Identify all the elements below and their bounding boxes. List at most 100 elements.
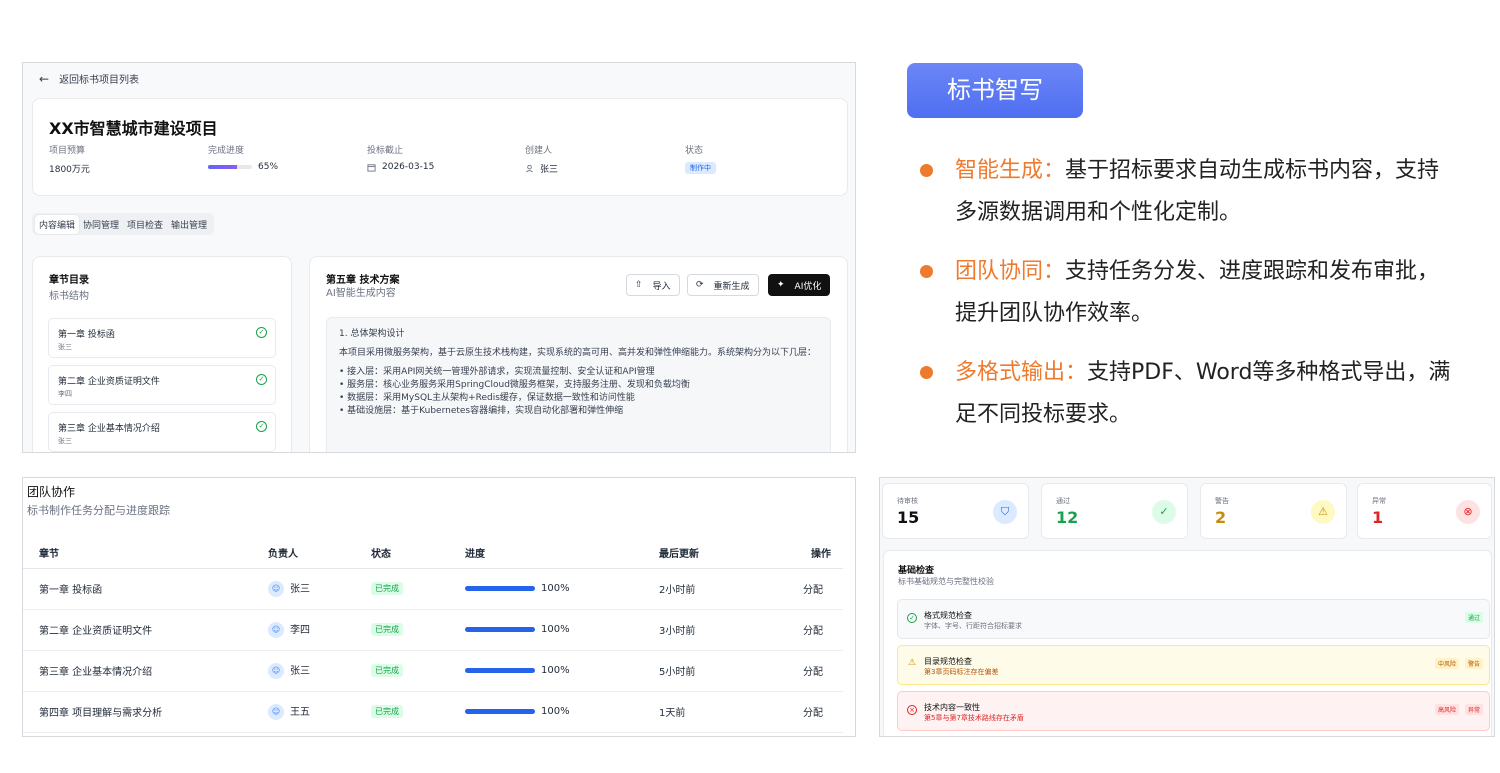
stat-warning: 警告 2 ⚠ <box>1200 483 1347 539</box>
check-circle-icon: ✓ <box>256 421 267 432</box>
assign-button[interactable]: 分配 <box>801 650 843 692</box>
status-badge: 警告 <box>1464 658 1483 669</box>
check-name: 目录规范检查 <box>924 657 972 666</box>
creator-label: 创建人 <box>525 146 553 156</box>
content-bullet: • 数据层：采用MySQL主从架构+Redis缓存，保证数据一致性和访问性能 <box>339 393 635 403</box>
project-detail-panel: ← 返回标书项目列表 XX市智慧城市建设项目 项目预算 1800万元 完成进度 … <box>22 62 856 453</box>
progress-label: 完成进度 <box>208 146 245 156</box>
cell-status: 已完成 <box>371 568 465 610</box>
check-circle-icon: ✓ <box>907 613 917 623</box>
status-meta: 状态 制作中 <box>685 143 716 174</box>
chapter-toc: 章节目录 标书结构 第一章 投标函 张三 ✓ 第二章 企业资质证明文件 李四 ✓… <box>32 256 292 452</box>
toc-item[interactable]: 第二章 企业资质证明文件 李四 ✓ <box>48 365 276 405</box>
check-name: 技术内容一致性 <box>924 703 980 712</box>
risk-badge: 中风险 <box>1434 658 1459 669</box>
cell-owner: ☺ 李四 <box>268 609 371 651</box>
cell-owner: ☺ 张三 <box>268 650 371 692</box>
basic-subtitle: 标书基础规范与完整性校验 <box>898 577 994 586</box>
tab-collab[interactable]: 协同管理 <box>79 215 123 234</box>
col-action: 操作 <box>801 538 843 569</box>
stat-label: 通过 <box>1056 497 1070 505</box>
creator-meta: 创建人 张三 <box>525 143 558 175</box>
cell-updated: 5小时前 <box>659 650 801 692</box>
error-circle-icon: × <box>907 705 917 715</box>
user-avatar-icon: ☺ <box>268 622 284 638</box>
table-row: 第三章 企业基本情况介绍 ☺ 张三 已完成 100% 5小时前 分配 <box>23 650 843 692</box>
cell-updated: 1天前 <box>659 691 801 733</box>
import-button[interactable]: ⇧ 导入 <box>626 274 680 296</box>
check-circle-icon: ✓ <box>256 374 267 385</box>
ai-optimize-button[interactable]: ✦ AI优化 <box>768 274 831 296</box>
status-badge: 通过 <box>1464 612 1483 623</box>
stat-label: 警告 <box>1215 497 1229 505</box>
status-badge: 已完成 <box>371 664 403 677</box>
team-title: 团队协作 <box>27 485 76 499</box>
deadline-value: 2026-03-15 <box>382 162 435 172</box>
bullet-dot-icon <box>920 366 933 379</box>
check-item-format[interactable]: ✓ 格式规范检查 字体、字号、行距符合招标要求 通过 <box>897 599 1490 639</box>
table-header-row: 章节 负责人 状态 进度 最后更新 操作 <box>23 538 843 569</box>
assign-button[interactable]: 分配 <box>801 568 843 610</box>
budget-label: 项目预算 <box>49 146 86 156</box>
cell-chapter: 第四章 项目理解与需求分析 <box>23 691 268 733</box>
cell-updated: 2小时前 <box>659 568 801 610</box>
check-item-toc[interactable]: ⚠ 目录规范检查 第3章页码标注存在偏差 中风险 警告 <box>897 645 1490 685</box>
assign-button[interactable]: 分配 <box>801 609 843 651</box>
col-updated: 最后更新 <box>659 538 801 569</box>
cell-chapter: 第一章 投标函 <box>23 568 268 610</box>
stat-value: 1 <box>1372 508 1384 527</box>
calendar-icon <box>367 163 376 172</box>
team-table: 章节 负责人 状态 进度 最后更新 操作 第一章 投标函 ☺ 张三 已完成 100% 2小… <box>23 538 843 733</box>
check-desc: 第5章与第7章技术路线存在矛盾 <box>924 714 1024 722</box>
chapter-editor: 第五章 技术方案 AI智能生成内容 ⇧ 导入 ⟳ 重新生成 ✦ AI优化 1. … <box>309 256 848 452</box>
check-circle-icon: ✓ <box>1152 500 1176 524</box>
status-badge: 已完成 <box>371 623 403 636</box>
feature-item: 智能生成：基于招标要求自动生成标书内容，支持多源数据调用和个性化定制。 <box>920 150 1460 234</box>
owner-name: 张三 <box>290 584 310 595</box>
feature-highlight: 团队协同： <box>955 259 1066 284</box>
toc-item-title: 第三章 企业基本情况介绍 <box>58 424 160 434</box>
back-link[interactable]: ← 返回标书项目列表 <box>39 71 140 87</box>
cell-status: 已完成 <box>371 609 465 651</box>
content-intro: 本项目采用微服务架构，基于云原生技术栈构建，实现系统的高可用、高并发和弹性伸缩能… <box>339 348 817 358</box>
owner-name: 王五 <box>290 707 310 718</box>
content-bullet: • 基础设施层：基于Kubernetes容器编排，实现自动化部署和弹性伸缩 <box>339 406 624 416</box>
toc-subtitle: 标书结构 <box>49 291 89 302</box>
cell-status: 已完成 <box>371 691 465 733</box>
check-desc: 字体、字号、行距符合招标要求 <box>924 622 1022 630</box>
progress-value: 100% <box>541 583 570 594</box>
shield-icon: ⛉ <box>993 500 1017 524</box>
bullet-dot-icon <box>920 265 933 278</box>
budget-value: 1800万元 <box>49 165 90 175</box>
project-header-card: XX市智慧城市建设项目 项目预算 1800万元 完成进度 65% 投标截止 20… <box>32 98 848 196</box>
owner-name: 张三 <box>290 666 310 677</box>
assign-button[interactable]: 分配 <box>801 691 843 733</box>
status-badge: 异常 <box>1464 704 1483 715</box>
regenerate-button[interactable]: ⟳ 重新生成 <box>687 274 759 296</box>
tab-inspect[interactable]: 项目检查 <box>123 215 167 234</box>
toc-item[interactable]: 第一章 投标函 张三 ✓ <box>48 318 276 358</box>
content-heading: 1. 总体架构设计 <box>339 329 405 339</box>
check-circle-icon: ✓ <box>256 327 267 338</box>
tab-output[interactable]: 输出管理 <box>167 215 211 234</box>
progress-bar <box>465 626 535 632</box>
tab-bar: 内容编辑 协同管理 项目检查 输出管理 <box>32 213 215 235</box>
table-row: 第二章 企业资质证明文件 ☺ 李四 已完成 100% 3小时前 分配 <box>23 609 843 651</box>
cell-owner: ☺ 张三 <box>268 568 371 610</box>
toc-title: 章节目录 <box>49 275 89 286</box>
refresh-icon: ⟳ <box>696 280 704 290</box>
progress-bar <box>465 708 535 714</box>
toc-item-owner: 张三 <box>58 343 72 351</box>
user-avatar-icon: ☺ <box>268 581 284 597</box>
back-label: 返回标书项目列表 <box>59 75 140 86</box>
feature-badge: 标书智写 <box>907 63 1083 118</box>
deadline-label: 投标截止 <box>367 146 404 156</box>
content-textarea[interactable]: 1. 总体架构设计 本项目采用微服务架构，基于云原生技术栈构建，实现系统的高可用… <box>326 317 831 452</box>
check-item-consistency[interactable]: × 技术内容一致性 第5章与第7章技术路线存在矛盾 高风险 异常 <box>897 691 1490 731</box>
tab-content-edit[interactable]: 内容编辑 <box>35 214 80 234</box>
feature-highlight: 智能生成： <box>955 158 1066 183</box>
toc-item[interactable]: 第三章 企业基本情况介绍 张三 ✓ <box>48 412 276 452</box>
progress-value: 100% <box>541 624 570 635</box>
stat-pending: 待审核 15 ⛉ <box>882 483 1029 539</box>
col-status: 状态 <box>371 538 465 569</box>
